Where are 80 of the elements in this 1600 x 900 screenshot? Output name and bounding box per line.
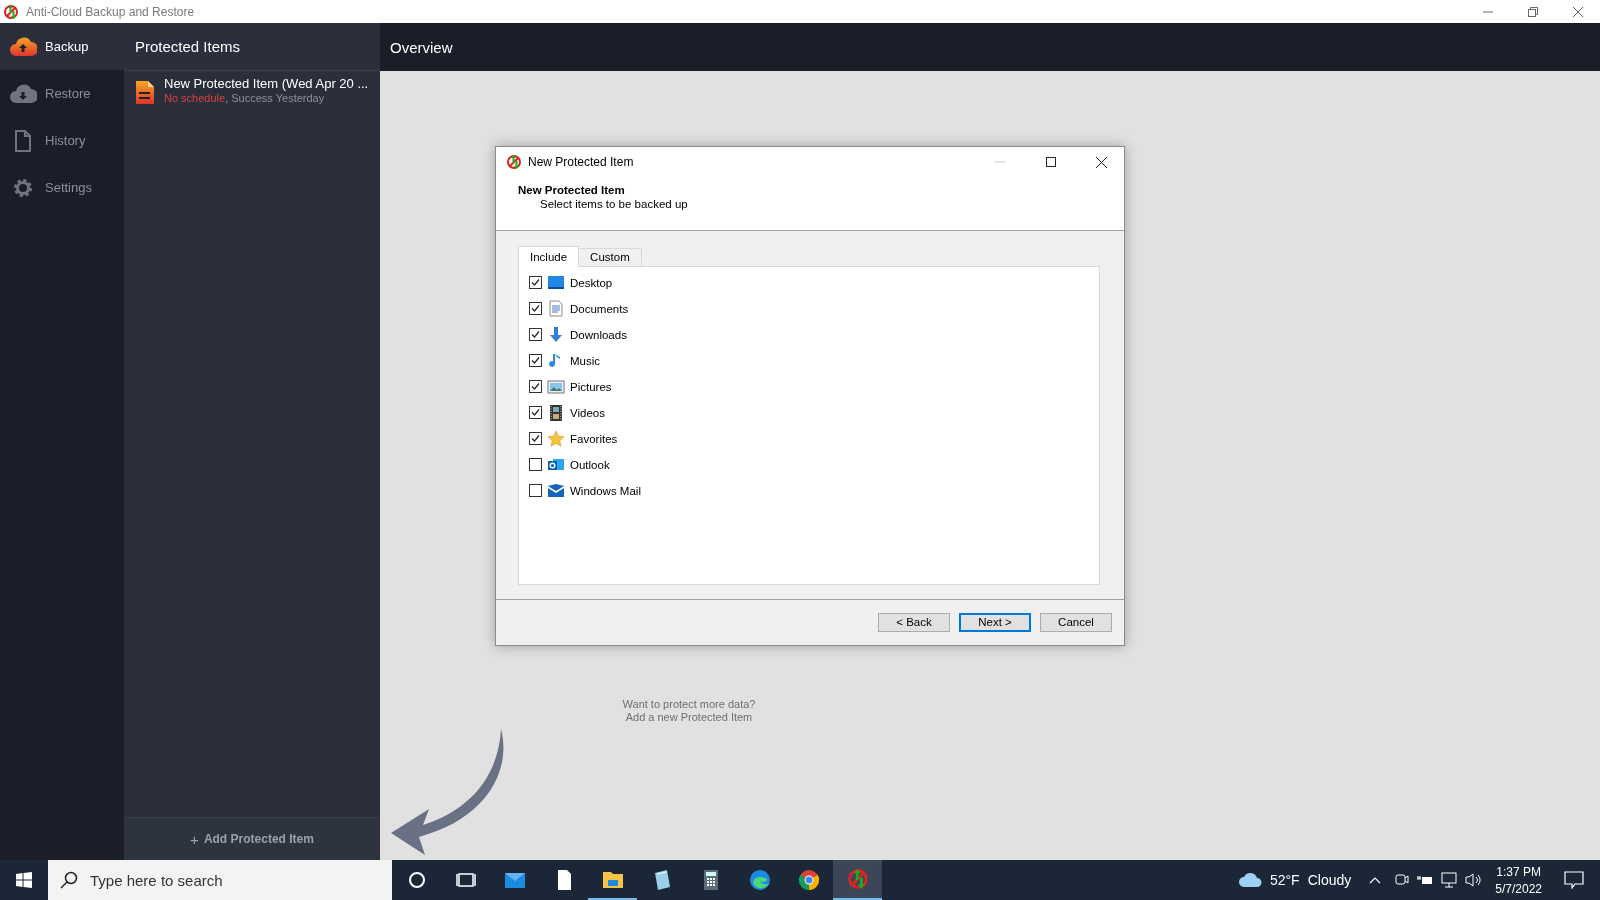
speaker-icon[interactable] <box>1465 872 1484 888</box>
tab[interactable]: Include <box>518 245 580 267</box>
weather-text: Cloudy <box>1307 872 1352 888</box>
item-name: New Protected Item (Wed Apr 20 ... <box>164 76 369 91</box>
schedule-status: No schedule <box>164 92 226 104</box>
edge-icon <box>747 868 772 892</box>
cloud-icon <box>9 35 37 58</box>
backup-status: , Success Yesterday <box>225 92 325 104</box>
item-label: Pictures <box>570 380 612 393</box>
notification-icon[interactable] <box>1564 871 1584 889</box>
windows-logo-icon <box>16 872 32 888</box>
chrome-icon <box>796 868 821 892</box>
dialog-button[interactable]: < Back <box>878 612 950 632</box>
nav-item[interactable]: Backup <box>0 23 124 70</box>
monitor-icon <box>547 273 565 292</box>
app-logo-icon <box>3 3 19 20</box>
search-field[interactable]: Type here to search <box>48 860 392 900</box>
checkbox[interactable] <box>529 406 542 419</box>
hint-text: Add a new Protected Item <box>625 711 753 724</box>
window-title: Anti-Cloud Backup and Restore <box>26 4 196 19</box>
protected-item[interactable]: New Protected Item (Wed Apr 20 ... No schedule, Success Yesterday <box>124 71 380 105</box>
restore-icon <box>1527 6 1538 17</box>
checkmark-icon <box>531 382 540 391</box>
item-label: Outlook <box>570 458 610 471</box>
temperature: 52°F <box>1269 872 1300 888</box>
search-icon <box>60 871 78 889</box>
maximize-icon <box>1045 157 1056 167</box>
checkbox[interactable] <box>529 276 542 289</box>
film-icon <box>547 403 565 422</box>
checkmark-icon <box>531 330 540 339</box>
dialog-button[interactable]: Cancel <box>1040 612 1112 632</box>
pane-title: Overview <box>390 38 453 56</box>
nav-item[interactable]: Restore <box>0 70 124 117</box>
close-icon <box>1096 156 1107 168</box>
item-label: Videos <box>570 406 605 419</box>
dialog-heading: New Protected Item <box>518 184 626 196</box>
picture-icon <box>547 377 565 396</box>
nav-item[interactable]: Settings <box>0 164 124 211</box>
camera-icon[interactable] <box>1395 872 1410 888</box>
item-label: Music <box>570 354 601 367</box>
checkbox[interactable] <box>529 484 542 497</box>
close-icon <box>1572 6 1583 17</box>
chevron-up-icon[interactable] <box>1369 876 1382 884</box>
checkmark-icon <box>531 356 540 365</box>
app-logo-icon <box>506 154 522 170</box>
tab[interactable]: Custom <box>578 247 642 266</box>
checkbox[interactable] <box>529 354 542 367</box>
checkbox[interactable] <box>529 302 542 315</box>
app-logo-icon <box>845 867 870 891</box>
checkbox[interactable] <box>529 328 542 341</box>
panel-title: Protected Items <box>135 38 241 55</box>
item-label: Favorites <box>570 432 618 445</box>
checkmark-icon <box>531 304 540 313</box>
checkmark-icon <box>531 278 540 287</box>
star-icon <box>547 429 565 448</box>
clock-date[interactable]: 5/7/2022 <box>1495 881 1542 896</box>
dialog-button[interactable]: Next > <box>959 612 1031 632</box>
document-icon <box>135 80 155 105</box>
checkbox[interactable] <box>529 432 542 445</box>
cloud-icon <box>9 82 37 105</box>
item-label: Desktop <box>570 276 613 289</box>
dialog-subheading: Select items to be backed up <box>539 198 689 210</box>
down-arrow-icon <box>547 325 565 344</box>
checkmark-icon <box>531 434 540 443</box>
hint-text: Want to protect more data? <box>622 698 756 711</box>
add-item-button[interactable]: + Add Protected Item <box>124 817 380 860</box>
network-icon[interactable] <box>1441 872 1458 888</box>
item-label: Windows Mail <box>570 484 641 497</box>
clock-time[interactable]: 1:37 PM <box>1496 864 1541 879</box>
checkmark-icon <box>531 408 540 417</box>
nav-item[interactable]: History <box>0 117 124 164</box>
checkbox[interactable] <box>529 458 542 471</box>
checkbox[interactable] <box>529 380 542 393</box>
battery-icon[interactable] <box>1417 874 1434 886</box>
item-label: Downloads <box>570 328 627 341</box>
document-icon <box>547 299 565 318</box>
cloud-icon <box>1237 872 1262 888</box>
item-label: Documents <box>570 302 629 315</box>
envelope-icon <box>547 481 565 500</box>
dialog-title: New Protected Item <box>528 155 635 169</box>
